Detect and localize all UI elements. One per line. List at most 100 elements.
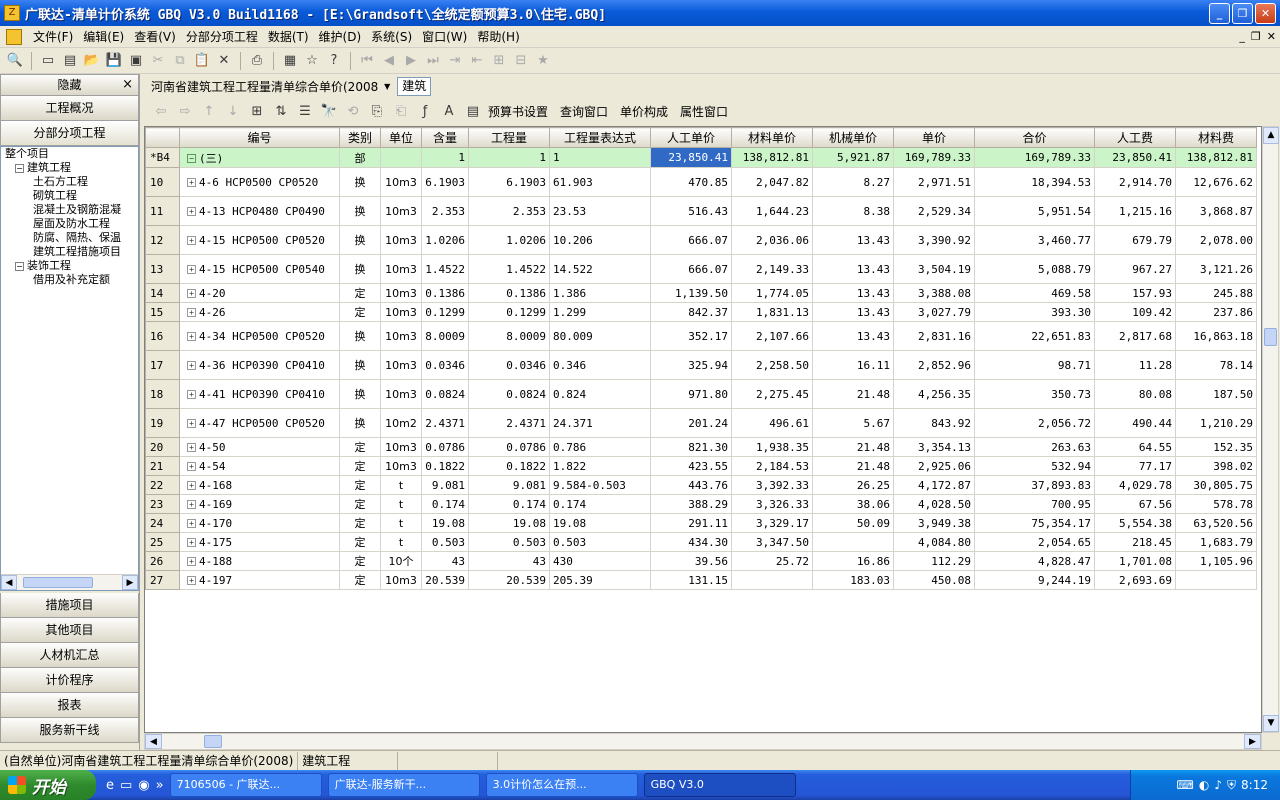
new-icon[interactable]: ▭ [39, 52, 57, 70]
type-cell[interactable]: 换 [339, 321, 381, 351]
sort-icon[interactable]: ⇅ [272, 103, 290, 121]
column-header[interactable]: 类别 [339, 127, 381, 148]
material-price-cell[interactable]: 1,938.35 [731, 437, 813, 457]
total-cell[interactable]: 18,394.53 [974, 167, 1095, 197]
unit-price-cell[interactable]: 843.92 [893, 408, 975, 438]
tree-node[interactable]: 防腐、隔热、保温 [1, 231, 138, 245]
column-header[interactable]: 材料单价 [731, 127, 813, 148]
close-panel-icon[interactable]: × [122, 75, 133, 95]
labor-price-cell[interactable]: 201.24 [650, 408, 732, 438]
unit-cell[interactable]: 10m3 [380, 225, 422, 255]
row-number[interactable]: 22 [145, 475, 180, 495]
labor-price-cell[interactable]: 842.37 [650, 302, 732, 322]
material-price-cell[interactable]: 2,275.45 [731, 379, 813, 409]
scroll-left-icon[interactable]: ◀ [1, 575, 17, 590]
code-cell[interactable]: +4-6 HCP0500 CP0520 [179, 167, 340, 197]
print-preview-icon[interactable]: 🔍 [6, 52, 24, 70]
total-cell[interactable]: 4,828.47 [974, 551, 1095, 571]
expand-icon[interactable]: + [187, 462, 196, 471]
restore-button[interactable]: ❐ [1232, 3, 1253, 24]
machine-price-cell[interactable]: 13.43 [812, 302, 894, 322]
nav-service[interactable]: 服务新干线 [0, 718, 139, 743]
labor-fee-cell[interactable]: 1,215.16 [1094, 196, 1176, 226]
type-cell[interactable]: 定 [339, 475, 381, 495]
code-cell[interactable]: +4-170 [179, 513, 340, 533]
labor-fee-cell[interactable]: 109.42 [1094, 302, 1176, 322]
unit-price-cell[interactable]: 4,084.80 [893, 532, 975, 552]
type-cell[interactable]: 换 [339, 225, 381, 255]
unit-price-cell[interactable]: 3,504.19 [893, 254, 975, 284]
row-number[interactable]: 26 [145, 551, 180, 571]
column-header[interactable]: 材料费 [1175, 127, 1257, 148]
expand-icon[interactable]: + [187, 500, 196, 509]
menu-maintain[interactable]: 维护(D) [314, 26, 367, 48]
row-number[interactable]: 10 [145, 167, 180, 197]
expand-icon[interactable]: + [187, 538, 196, 547]
expression-cell[interactable]: 9.584-0.503 [549, 475, 651, 495]
column-header[interactable]: 合价 [974, 127, 1095, 148]
table-row[interactable]: 27 +4-197 定 10m3 20.539 20.539 205.39 131.15 183… [145, 570, 1257, 590]
prev-icon[interactable]: ◀ [380, 52, 398, 70]
content-cell[interactable]: 0.0824 [421, 379, 469, 409]
move-down-icon[interactable]: ↓ [224, 103, 242, 121]
text-style-icon[interactable]: A [440, 103, 458, 121]
type-cell[interactable]: 定 [339, 494, 381, 514]
labor-price-cell[interactable]: 516.43 [650, 196, 732, 226]
content-cell[interactable]: 0.0346 [421, 350, 469, 380]
unit-cell[interactable]: 10m3 [380, 570, 422, 590]
unit-price-cell[interactable]: 2,529.34 [893, 196, 975, 226]
code-cell[interactable]: +4-15 HCP0500 CP0540 [179, 254, 340, 284]
unit-cell[interactable]: t [380, 532, 422, 552]
machine-price-cell[interactable]: 21.48 [812, 379, 894, 409]
unit-cell[interactable]: 10m3 [380, 321, 422, 351]
type-cell[interactable]: 换 [339, 196, 381, 226]
unit-cell[interactable] [380, 147, 422, 168]
code-cell[interactable]: +4-50 [179, 437, 340, 457]
tree-horizontal-scrollbar[interactable]: ◀ ▶ [1, 574, 138, 590]
material-price-cell[interactable]: 2,107.66 [731, 321, 813, 351]
content-cell[interactable]: 19.08 [421, 513, 469, 533]
expand-icon[interactable]: + [187, 308, 196, 317]
expression-cell[interactable]: 1 [549, 147, 651, 168]
total-cell[interactable]: 532.94 [974, 456, 1095, 476]
row-number[interactable]: 17 [145, 350, 180, 380]
total-cell[interactable]: 2,054.65 [974, 532, 1095, 552]
material-price-cell[interactable] [731, 570, 813, 590]
tree-node[interactable]: − 建筑工程 [1, 161, 138, 175]
quantity-cell[interactable]: 0.0824 [468, 379, 550, 409]
row-number[interactable]: 21 [145, 456, 180, 476]
content-cell[interactable]: 0.1299 [421, 302, 469, 322]
expand-icon[interactable]: + [187, 332, 196, 341]
query-window-button[interactable]: 查询窗口 [560, 103, 608, 120]
quantity-cell[interactable]: 2.4371 [468, 408, 550, 438]
outdent-icon[interactable]: ⇤ [468, 52, 486, 70]
content-cell[interactable]: 6.1903 [421, 167, 469, 197]
expression-cell[interactable]: 14.522 [549, 254, 651, 284]
next-icon[interactable]: ▶ [402, 52, 420, 70]
expand-icon[interactable]: + [187, 178, 196, 187]
document-icon[interactable] [6, 28, 22, 45]
row-number[interactable]: 19 [145, 408, 180, 438]
print-icon[interactable]: ⎙ [248, 52, 266, 70]
insert-icon[interactable]: ⊞ [248, 103, 266, 121]
tree-node[interactable]: 土石方工程 [1, 175, 138, 189]
expand-icon[interactable]: + [187, 207, 196, 216]
forward-icon[interactable]: ⇨ [176, 103, 194, 121]
labor-fee-cell[interactable]: 967.27 [1094, 254, 1176, 284]
task-item-active[interactable]: GBQ V3.0 [643, 773, 796, 797]
table-row[interactable]: 26 +4-188 定 10个 43 43 430 39.56 25.72 16.86 112.29… [145, 551, 1257, 571]
quantity-cell[interactable]: 0.1822 [468, 456, 550, 476]
code-cell[interactable]: +4-197 [179, 570, 340, 590]
collapse-icon[interactable]: ⊟ [512, 52, 530, 70]
quantity-cell[interactable]: 2.353 [468, 196, 550, 226]
content-cell[interactable]: 43 [421, 551, 469, 571]
type-cell[interactable]: 换 [339, 379, 381, 409]
quantity-cell[interactable]: 1.0206 [468, 225, 550, 255]
nav-pricing-procedure[interactable]: 计价程序 [0, 668, 139, 693]
expression-cell[interactable]: 80.009 [549, 321, 651, 351]
table-row[interactable]: 10 +4-6 HCP0500 CP0520 换 10m3 6.1903 6.1903 61… [145, 167, 1257, 197]
list-icon[interactable]: ☰ [296, 103, 314, 121]
expression-cell[interactable]: 0.503 [549, 532, 651, 552]
tree-node[interactable]: 屋面及防水工程 [1, 217, 138, 231]
labor-fee-cell[interactable]: 4,029.78 [1094, 475, 1176, 495]
